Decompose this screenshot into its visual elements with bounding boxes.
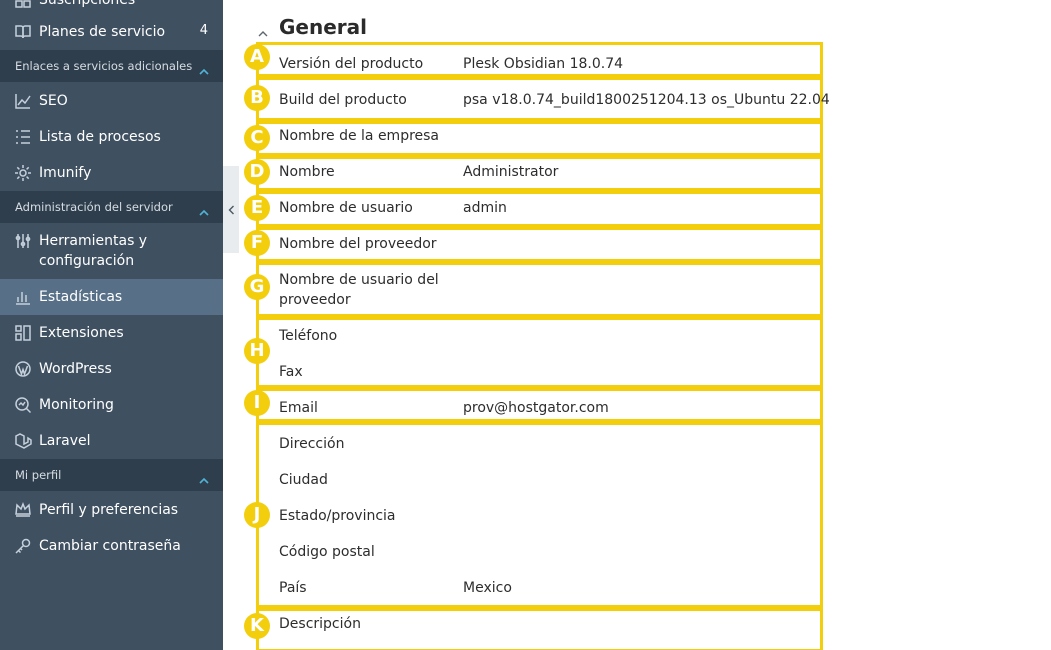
field-label-phone: Teléfono xyxy=(279,328,338,344)
marker-c: C xyxy=(244,125,270,151)
sidebar-item-label: SEO xyxy=(39,93,68,109)
sidebar-item-herramientas[interactable]: Herramientas y configuración xyxy=(0,226,223,276)
sidebar-item-planes-de-servicio[interactable]: Planes de servicio 4 xyxy=(0,17,223,47)
field-label-state: Estado/provincia xyxy=(279,508,396,524)
marker-g: G xyxy=(244,274,270,300)
highlight-frame-h xyxy=(256,317,823,388)
wordpress-icon xyxy=(14,360,32,378)
sidebar-item-label: Cambiar contraseña xyxy=(39,538,181,554)
field-value-country: Mexico xyxy=(463,580,512,596)
book-icon xyxy=(14,23,32,41)
field-label-description: Descripción xyxy=(279,616,361,632)
field-label-city: Ciudad xyxy=(279,472,328,488)
sidebar-item-estadisticas[interactable]: Estadísticas xyxy=(0,279,223,315)
field-label-provider-username: Nombre de usuario del proveedor xyxy=(279,272,439,308)
list-icon xyxy=(14,128,32,146)
sidebar-item-seo[interactable]: SEO xyxy=(0,86,223,116)
laravel-icon xyxy=(14,432,32,450)
marker-e: E xyxy=(244,195,270,221)
sidebar-item-label: WordPress xyxy=(39,361,112,377)
marker-j: J xyxy=(244,502,270,528)
section-header-server-admin[interactable]: Administración del servidor xyxy=(0,191,223,223)
field-label-company: Nombre de la empresa xyxy=(279,128,440,144)
sidebar-item-label: Imunify xyxy=(39,165,92,181)
field-value-email: prov@hostgator.com xyxy=(463,400,609,416)
section-title: Administración del servidor xyxy=(15,200,173,214)
sidebar-item-label: Laravel xyxy=(39,433,91,449)
field-label-provider: Nombre del proveedor xyxy=(279,236,437,252)
field-label-country: País xyxy=(279,580,307,596)
sidebar-item-cambiar-contrasena[interactable]: Cambiar contraseña xyxy=(0,531,223,561)
sidebar: Suscripciones Planes de servicio 4 Enlac… xyxy=(0,0,223,650)
field-value-username: admin xyxy=(463,200,507,216)
sidebar-item-suscripciones[interactable]: Suscripciones xyxy=(0,0,223,14)
sidebar-item-lista-de-procesos[interactable]: Lista de procesos xyxy=(0,122,223,152)
sidebar-item-imunify[interactable]: Imunify xyxy=(0,158,223,188)
sidebar-item-label: Estadísticas xyxy=(39,289,123,305)
marker-f: F xyxy=(244,230,270,256)
monitoring-icon xyxy=(14,396,32,414)
count-badge: 4 xyxy=(199,23,208,38)
sidebar-item-label: Monitoring xyxy=(39,397,114,413)
sidebar-item-label: Herramientas y configuración xyxy=(39,233,148,269)
marker-d: D xyxy=(244,159,270,185)
chevron-up-icon[interactable] xyxy=(258,23,268,37)
field-label-build: Build del producto xyxy=(279,92,407,108)
sidebar-item-label: Lista de procesos xyxy=(39,129,161,145)
field-label-address: Dirección xyxy=(279,436,345,452)
sidebar-item-label: Planes de servicio xyxy=(39,24,166,40)
chevron-left-icon xyxy=(228,205,234,214)
grid-icon xyxy=(14,0,32,9)
marker-i: I xyxy=(244,390,270,416)
sidebar-item-label: Perfil y preferencias xyxy=(39,502,179,518)
section-title: Mi perfil xyxy=(15,468,62,482)
field-label-fax: Fax xyxy=(279,364,303,380)
field-label-username: Nombre de usuario xyxy=(279,200,413,216)
extensions-icon xyxy=(14,324,32,342)
marker-b: B xyxy=(244,85,270,111)
sidebar-item-extensiones[interactable]: Extensiones xyxy=(0,318,223,348)
bar-chart-icon xyxy=(14,288,32,306)
gear-icon xyxy=(14,164,32,182)
field-value-build: psa v18.0.74_build1800251204.13 os_Ubunt… xyxy=(463,92,830,108)
sidebar-item-laravel[interactable]: Laravel xyxy=(0,426,223,456)
sidebar-collapse-handle[interactable] xyxy=(223,166,239,253)
marker-k: K xyxy=(244,613,270,639)
field-value-name: Administrator xyxy=(463,164,559,180)
chart-line-icon xyxy=(14,92,32,110)
section-title: Enlaces a servicios adicionales xyxy=(15,59,193,73)
field-label-name: Nombre xyxy=(279,164,335,180)
sliders-icon xyxy=(14,232,32,250)
chevron-up-icon[interactable] xyxy=(199,202,209,216)
sidebar-item-wordpress[interactable]: WordPress xyxy=(0,354,223,384)
sidebar-item-label: Suscripciones xyxy=(39,0,136,8)
sidebar-item-perfil[interactable]: Perfil y preferencias xyxy=(0,495,223,525)
field-label-email: Email xyxy=(279,400,318,416)
chevron-up-icon[interactable] xyxy=(199,470,209,484)
marker-a: A xyxy=(244,44,270,70)
section-header-profile[interactable]: Mi perfil xyxy=(0,459,223,491)
field-label-version: Versión del producto xyxy=(279,56,424,72)
field-label-zip: Código postal xyxy=(279,544,375,560)
sidebar-item-monitoring[interactable]: Monitoring xyxy=(0,390,223,420)
key-icon xyxy=(14,537,32,555)
field-value-version: Plesk Obsidian 18.0.74 xyxy=(463,56,624,72)
section-header-additional-services[interactable]: Enlaces a servicios adicionales xyxy=(0,50,223,82)
marker-h: H xyxy=(244,338,270,364)
section-heading: General xyxy=(279,15,367,39)
crown-icon xyxy=(14,501,32,519)
sidebar-item-label: Extensiones xyxy=(39,325,124,341)
chevron-up-icon[interactable] xyxy=(199,61,209,75)
